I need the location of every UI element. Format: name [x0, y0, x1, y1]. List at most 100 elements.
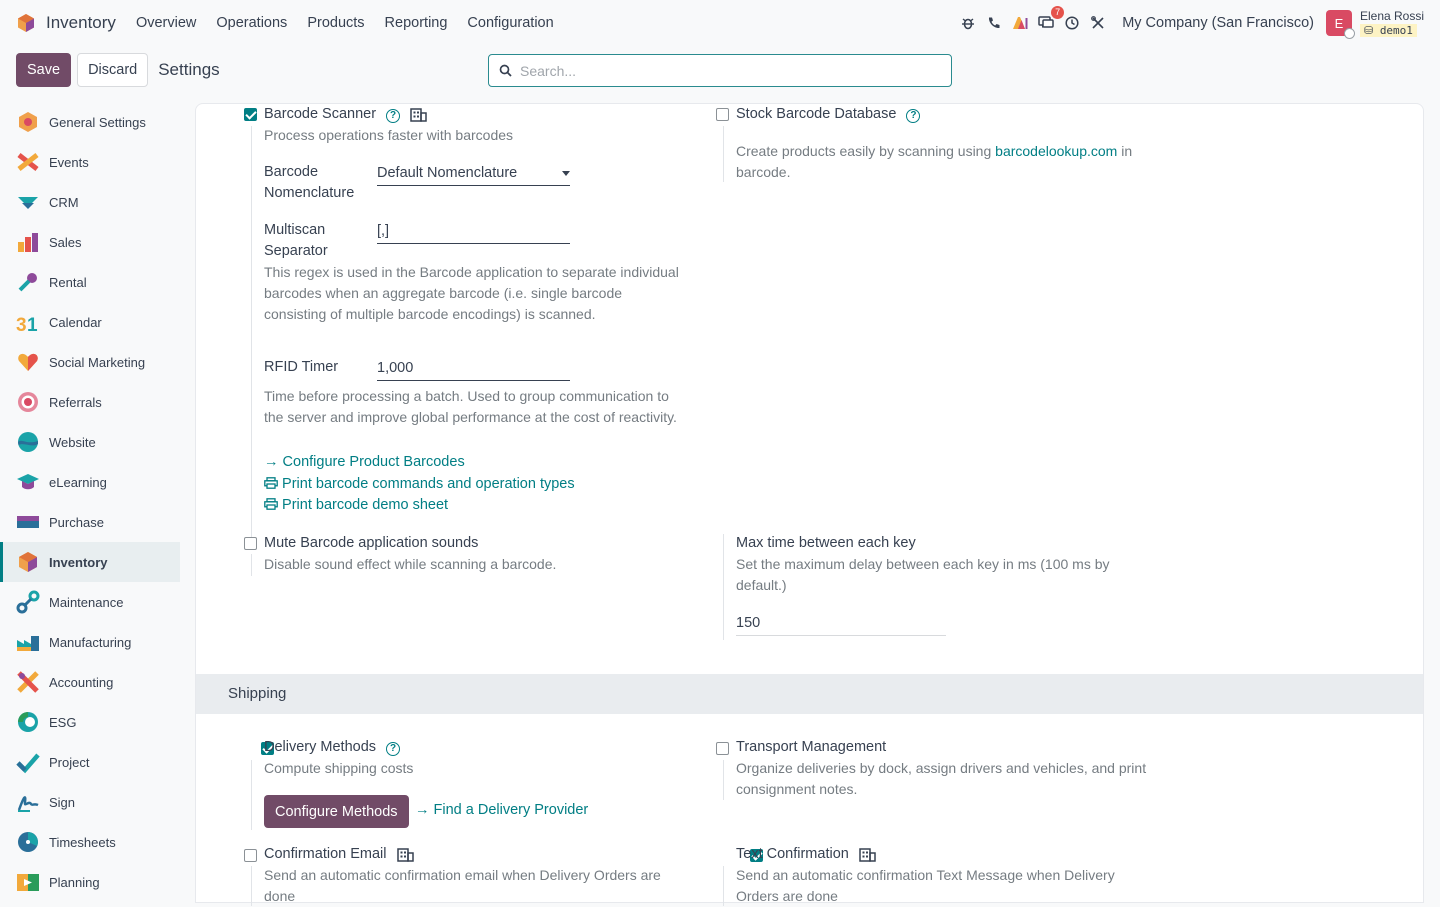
nomenclature-select[interactable]: Default Nomenclature: [377, 162, 570, 186]
help-icon[interactable]: ?: [386, 109, 401, 123]
menu-operations[interactable]: Operations: [216, 15, 287, 31]
setting-divider: [723, 126, 724, 182]
transport-desc-line: consignment notes.: [736, 781, 858, 797]
timesheets-icon: [18, 832, 38, 852]
sidebar-item-calendar[interactable]: 31 Calendar: [0, 302, 180, 342]
menu-reporting[interactable]: Reporting: [385, 15, 448, 31]
sidebar-item-purchase[interactable]: Purchase: [0, 502, 180, 542]
rfid-timer-input[interactable]: 1,000: [377, 357, 570, 381]
clock-icon[interactable]: [1064, 15, 1080, 31]
text-confirmation-setting: Text Confirmation: [736, 846, 876, 862]
tools-icon[interactable]: [1090, 15, 1106, 31]
mute-barcode-sounds-description: Disable sound effect while scanning a ba…: [264, 556, 557, 572]
user-avatar[interactable]: E: [1325, 10, 1355, 39]
multiscan-separator-input[interactable]: [,]: [377, 220, 570, 244]
menu-products[interactable]: Products: [307, 15, 364, 31]
find-delivery-provider-label: Find a Delivery Provider: [433, 802, 589, 818]
sidebar-item-timesheets[interactable]: Timesheets: [0, 822, 180, 862]
sidebar-label: Sales: [49, 234, 82, 250]
save-button[interactable]: Save: [16, 53, 72, 87]
configure-product-barcodes-link[interactable]: → Configure Product Barcodes: [264, 454, 465, 470]
sidebar-item-inventory[interactable]: Inventory: [0, 542, 180, 582]
settings-panel: Barcode Scanner ? Process operations fas…: [195, 103, 1424, 906]
menu-configuration[interactable]: Configuration: [467, 15, 553, 31]
sidebar-label: Maintenance: [49, 594, 124, 610]
find-delivery-provider-link[interactable]: → Find a Delivery Provider: [415, 802, 588, 818]
sidebar-item-project[interactable]: Project: [0, 742, 180, 782]
nomenclature-value: Default Nomenclature: [377, 165, 518, 181]
app-name: Inventory: [46, 13, 116, 32]
systray: 7 My Company (San Francisco) E Elena Ros…: [950, 0, 1424, 46]
messages-icon[interactable]: 7: [1038, 6, 1065, 31]
sidebar-item-manufacturing[interactable]: Manufacturing: [0, 622, 180, 662]
print-barcode-demo-link[interactable]: Print barcode demo sheet: [264, 497, 448, 513]
sidebar-label: Rental: [49, 274, 87, 290]
transport-desc-line: Organize deliveries by dock, assign driv…: [736, 760, 1147, 776]
general-settings-icon: [19, 112, 37, 132]
company-building-icon: [859, 847, 876, 862]
mute-barcode-sounds-title: Mute Barcode application sounds: [264, 535, 479, 551]
sidebar-item-esg[interactable]: ESG: [0, 702, 180, 742]
svg-text:1: 1: [27, 315, 38, 334]
sidebar-item-rental[interactable]: Rental: [0, 262, 180, 302]
sidebar-item-planning[interactable]: Planning: [0, 862, 180, 902]
sidebar-item-crm[interactable]: CRM: [0, 182, 180, 222]
bug-icon[interactable]: [960, 15, 976, 31]
configure-methods-button[interactable]: Configure Methods: [264, 795, 409, 828]
max-time-input[interactable]: 150: [736, 612, 946, 636]
ai-icon[interactable]: [1012, 15, 1028, 31]
sidebar-item-sign[interactable]: Sign: [0, 782, 180, 822]
confirmation-email-checkbox[interactable]: [244, 849, 257, 862]
phone-icon[interactable]: [986, 15, 1002, 31]
setting-divider: [723, 760, 724, 800]
sidebar-item-social-marketing[interactable]: Social Marketing: [0, 342, 180, 382]
discard-button[interactable]: Discard: [77, 53, 149, 87]
svg-text:3: 3: [16, 315, 27, 334]
mute-barcode-sounds-checkbox[interactable]: [244, 537, 257, 550]
print-barcode-commands-link[interactable]: Print barcode commands and operation typ…: [264, 476, 575, 492]
sidebar-label: Calendar: [49, 314, 102, 330]
delivery-methods-setting: Delivery Methods ?: [264, 739, 401, 756]
planning-icon: [17, 874, 39, 891]
company-switcher[interactable]: My Company (San Francisco): [1122, 15, 1314, 31]
search-bar[interactable]: [488, 54, 952, 87]
database-badge: ⛁ demo1: [1359, 23, 1417, 37]
sidebar-label: eLearning: [49, 474, 107, 490]
sidebar-label: Referrals: [49, 394, 102, 410]
website-icon: [18, 432, 38, 452]
confirmation-email-title: Confirmation Email: [264, 846, 387, 862]
search-input[interactable]: [520, 62, 920, 79]
sidebar-item-maintenance[interactable]: Maintenance: [0, 582, 180, 622]
max-time-desc-line: Set the maximum delay between each key i…: [736, 556, 1110, 572]
setting-divider: [723, 866, 724, 906]
sidebar-item-events[interactable]: Events: [0, 142, 180, 182]
control-panel: Save Discard Settings: [16, 53, 220, 87]
events-icon: [17, 153, 39, 171]
barcode-scanner-checkbox[interactable]: [244, 108, 257, 121]
menu-overview[interactable]: Overview: [136, 15, 196, 31]
sidebar-item-elearning[interactable]: eLearning: [0, 462, 180, 502]
sidebar-item-sales[interactable]: Sales: [0, 222, 180, 262]
sidebar-item-referrals[interactable]: Referrals: [0, 382, 180, 422]
configure-product-barcodes-label: Configure Product Barcodes: [282, 454, 465, 470]
barcode-scanner-description: Process operations faster with barcodes: [264, 127, 514, 143]
help-icon[interactable]: ?: [906, 109, 921, 123]
inventory-icon: [19, 552, 37, 572]
manufacturing-icon: [17, 636, 39, 651]
user-menu[interactable]: Elena Rossi ⛁ demo1: [1359, 9, 1424, 37]
barcode-scanner-title: Barcode Scanner: [264, 106, 377, 122]
stock-barcode-database-checkbox[interactable]: [716, 108, 729, 121]
barcodelookup-link[interactable]: barcodelookup.com: [995, 143, 1117, 159]
sidebar-label: Inventory: [49, 554, 108, 570]
sidebar-item-accounting[interactable]: Accounting: [0, 662, 180, 702]
transport-management-checkbox[interactable]: [716, 742, 729, 755]
stock-barcode-database-title: Stock Barcode Database: [736, 106, 897, 122]
sidebar-item-general-settings[interactable]: General Settings: [0, 102, 180, 142]
rfid-timer-label: RFID Timer: [264, 359, 339, 375]
sidebar-item-website[interactable]: Website: [0, 422, 180, 462]
rfid-help-line: the server and improve global performanc…: [264, 409, 677, 425]
rental-icon: [18, 273, 37, 292]
app-brand[interactable]: Inventory: [16, 13, 126, 33]
help-icon[interactable]: ?: [386, 742, 401, 756]
sidebar-label: ESG: [49, 714, 77, 730]
